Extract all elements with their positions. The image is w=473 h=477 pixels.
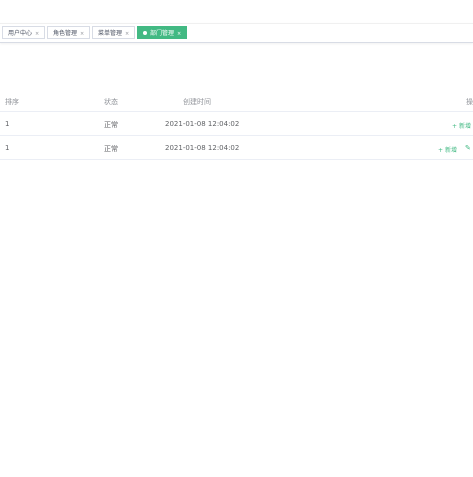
add-button[interactable]: + 新增 bbox=[452, 121, 471, 130]
cell-created: 2021-01-08 12:04:02 bbox=[165, 120, 240, 128]
tags-view-bar: 用户中心 × 角色管理 × 菜单管理 × 部门管理 × bbox=[0, 23, 473, 43]
cell-status: 正常 bbox=[104, 121, 118, 129]
row-divider bbox=[0, 159, 473, 160]
edit-icon[interactable]: ✎ bbox=[465, 144, 471, 152]
column-header-status: 状态 bbox=[104, 98, 118, 106]
page: 用户中心 × 角色管理 × 菜单管理 × 部门管理 × 排序 状态 创建时间 操 1 正… bbox=[0, 0, 473, 477]
tag-label: 用户中心 bbox=[8, 30, 33, 37]
close-icon[interactable]: × bbox=[80, 28, 84, 41]
header-divider bbox=[0, 111, 473, 112]
close-icon[interactable]: × bbox=[35, 28, 39, 41]
cell-status: 正常 bbox=[104, 145, 118, 153]
cell-created: 2021-01-08 12:04:02 bbox=[165, 144, 240, 152]
tag-user-center[interactable]: 用户中心 × bbox=[2, 26, 46, 41]
close-icon[interactable]: × bbox=[177, 28, 181, 41]
add-label: 新增 bbox=[445, 147, 458, 154]
cell-sort: 1 bbox=[5, 120, 10, 128]
tag-menu-management[interactable]: 菜单管理 × bbox=[92, 26, 136, 41]
plus-icon: + bbox=[438, 147, 444, 154]
close-icon[interactable]: × bbox=[125, 28, 129, 41]
tag-label: 角色管理 bbox=[53, 30, 78, 37]
plus-icon: + bbox=[452, 123, 458, 130]
cell-sort: 1 bbox=[5, 144, 10, 152]
tag-label: 部门管理 bbox=[150, 30, 175, 37]
tag-role-management[interactable]: 角色管理 × bbox=[47, 26, 91, 41]
column-header-created: 创建时间 bbox=[183, 98, 211, 106]
row-divider bbox=[0, 135, 473, 136]
tag-dept-management[interactable]: 部门管理 × bbox=[137, 26, 188, 41]
add-button[interactable]: + 新增 bbox=[438, 145, 457, 154]
column-header-operation: 操 bbox=[466, 98, 473, 106]
add-label: 新增 bbox=[459, 123, 472, 130]
column-header-sort: 排序 bbox=[5, 98, 19, 106]
active-dot-icon bbox=[143, 30, 147, 35]
tag-label: 菜单管理 bbox=[98, 30, 123, 37]
